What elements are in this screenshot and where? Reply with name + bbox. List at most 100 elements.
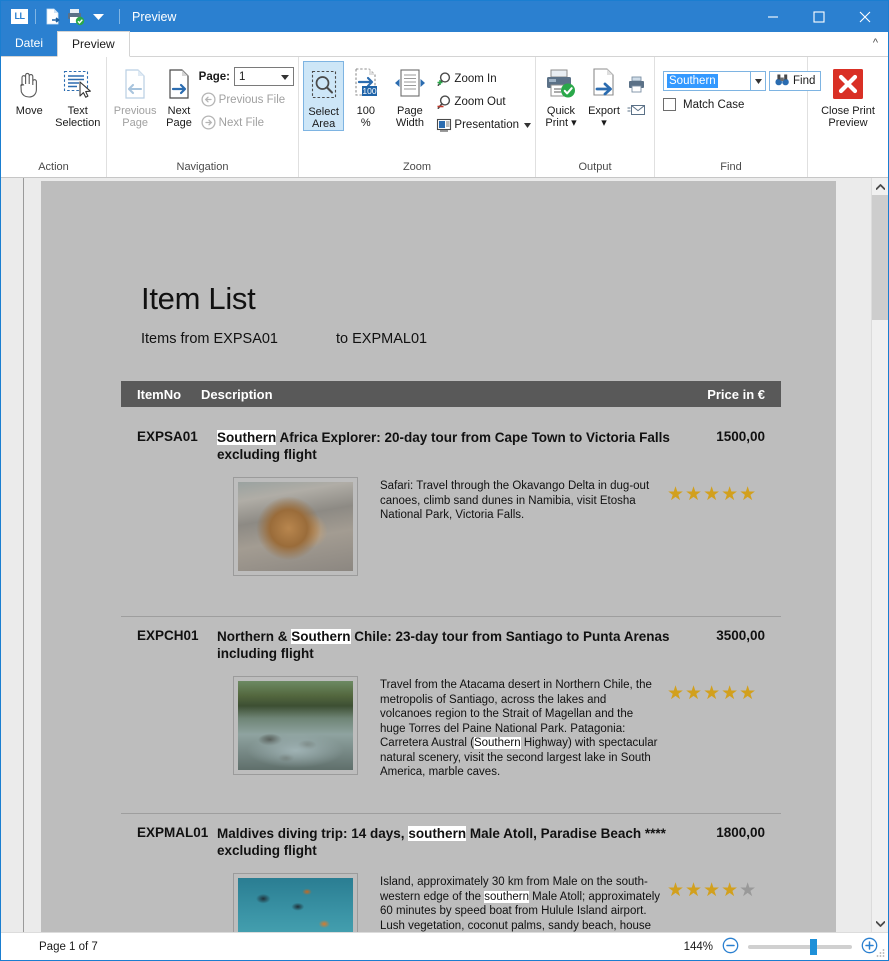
zoom-slider[interactable] [748, 938, 852, 955]
item-number: EXPSA01 [137, 429, 198, 444]
zoom-percent-label: 144% [683, 940, 713, 953]
ribbon-group-find: Southern Find Match Case Find [655, 57, 822, 177]
export-button[interactable]: Export ▾ [582, 61, 626, 129]
vertical-scrollbar[interactable] [871, 178, 888, 932]
document-page: Item List Items from EXPSA01 to EXPMAL01 … [41, 181, 836, 932]
app-logo-icon: LL [11, 9, 28, 24]
previous-file-icon [199, 92, 219, 107]
print-preview-window: LL Preview Datei Preview ^ Move Text Sel… [0, 0, 889, 961]
export-icon[interactable] [43, 7, 62, 26]
page-number-value: 1 [239, 70, 246, 83]
maximize-button[interactable] [796, 1, 842, 32]
zoom-out-label: Zoom Out [454, 95, 506, 108]
preview-document-area[interactable]: Item List Items from EXPSA01 to EXPMAL01 … [1, 178, 888, 932]
search-input[interactable]: Southern [663, 71, 751, 91]
chevron-up-icon[interactable]: ^ [873, 31, 878, 56]
zoom-slider-thumb[interactable] [810, 938, 817, 955]
column-header-price: Price in € [707, 386, 765, 402]
next-file-label: Next File [218, 116, 265, 129]
column-header-description: Description [201, 386, 273, 402]
page-number-combobox[interactable]: 1 [234, 67, 294, 86]
export-icon [588, 65, 620, 103]
hand-icon [14, 65, 44, 103]
export-label-2: ▾ [601, 117, 607, 129]
match-case-label: Match Case [683, 98, 745, 111]
scroll-up-button[interactable] [872, 178, 888, 195]
zoom-slider-track [748, 944, 852, 949]
export-label-1: Export [588, 105, 620, 117]
text-selection-label-1: Text [67, 105, 88, 117]
scrollbar-thumb[interactable] [872, 195, 888, 320]
ribbon-group-output: Quick Print ▾ Export ▾ Output [536, 57, 655, 177]
presentation-button[interactable]: Presentation [434, 113, 531, 136]
select-area-button[interactable]: Select Area [303, 61, 345, 131]
page-subtitle: Items from EXPSA01 to EXPMAL01 [141, 331, 427, 347]
item-title-pre: Maldives diving trip: 14 days, [217, 826, 409, 841]
table-row: EXPCH01 Northern & Southern Chile: 23-da… [121, 628, 781, 780]
tab-datei[interactable]: Datei [1, 31, 58, 56]
page-field-label: Page: [198, 70, 230, 83]
zoom-out-circle-icon[interactable] [722, 937, 739, 957]
tab-preview[interactable]: Preview [57, 31, 130, 57]
scroll-down-button[interactable] [872, 915, 888, 932]
close-print-preview-button[interactable]: Close Print Preview [812, 61, 884, 129]
page-viewport[interactable]: Item List Items from EXPSA01 to EXPMAL01 … [24, 178, 888, 932]
page-width-button[interactable]: Page Width [387, 61, 432, 129]
move-button[interactable]: Move [5, 61, 54, 117]
zoom-out-button[interactable]: Zoom Out [434, 90, 531, 113]
previous-page-icon [119, 65, 151, 103]
next-file-icon [199, 115, 219, 130]
ribbon-group-zoom: Select Area 100 100 % Page Width Zoom In… [299, 57, 536, 177]
send-mail-button[interactable] [626, 97, 646, 123]
quick-print-icon[interactable] [66, 7, 85, 26]
previous-file-button[interactable]: Previous File [199, 88, 294, 111]
page-width-label-2: Width [395, 117, 424, 129]
zoom-100-label-2: % [360, 117, 371, 129]
group-label-output: Output [578, 161, 612, 173]
match-case-checkbox[interactable] [663, 98, 676, 111]
zoom-100-button[interactable]: 100 100 % [344, 61, 387, 129]
ribbon-group-navigation: Previous Page Next Page Page: 1 Previous… [107, 57, 299, 177]
close-print-preview-label-1: Close Print [821, 105, 875, 117]
item-price: 3500,00 [716, 628, 765, 643]
next-page-label-2: Page [166, 117, 192, 129]
previous-page-button[interactable]: Previous Page [111, 61, 159, 129]
search-highlight: Southern [473, 737, 521, 749]
next-file-button[interactable]: Next File [199, 111, 294, 134]
resize-grip-icon[interactable] [875, 948, 885, 958]
quick-print-button[interactable]: Quick Print ▾ [540, 61, 582, 129]
rating-stars: ★★★★★ [667, 683, 758, 704]
left-gutter [1, 178, 24, 932]
text-selection-button[interactable]: Text Selection [54, 61, 103, 129]
chevron-down-icon[interactable] [524, 119, 531, 131]
next-page-button[interactable]: Next Page [159, 61, 198, 129]
match-case-checkbox-row[interactable]: Match Case [663, 98, 744, 111]
item-title-pre: Northern & [217, 629, 292, 644]
item-price: 1500,00 [716, 429, 765, 444]
title-bar: LL Preview [1, 1, 888, 32]
lion-photo [238, 482, 353, 571]
page-title: Item List [141, 281, 256, 316]
ribbon-tab-strip: Datei Preview ^ [1, 31, 888, 57]
search-input-value: Southern [667, 74, 718, 88]
search-highlight: Southern [291, 629, 351, 644]
customize-dropdown-icon[interactable] [89, 7, 108, 26]
group-label-find: Find [720, 161, 742, 173]
search-history-dropdown[interactable] [751, 71, 766, 91]
table-row: EXPMAL01 Maldives diving trip: 14 days, … [121, 825, 781, 932]
item-price: 1800,00 [716, 825, 765, 840]
page-width-icon [392, 65, 428, 103]
qat-separator-left [35, 9, 36, 24]
next-page-icon [163, 65, 195, 103]
print-button[interactable] [626, 71, 646, 97]
item-title: Northern & Southern Chile: 23-day tour f… [217, 628, 685, 662]
table-row: EXPSA01 Southern Africa Explorer: 20-day… [121, 429, 781, 576]
search-highlight: southern [484, 890, 529, 903]
zoom-in-button[interactable]: Zoom In [434, 67, 531, 90]
close-button[interactable] [842, 1, 888, 32]
status-bar: Page 1 of 7 144% [1, 932, 888, 960]
previous-page-label-2: Page [122, 117, 148, 129]
zoom-controls: 144% [671, 937, 878, 957]
item-title: Southern Africa Explorer: 20-day tour fr… [217, 429, 685, 463]
minimize-button[interactable] [750, 1, 796, 32]
